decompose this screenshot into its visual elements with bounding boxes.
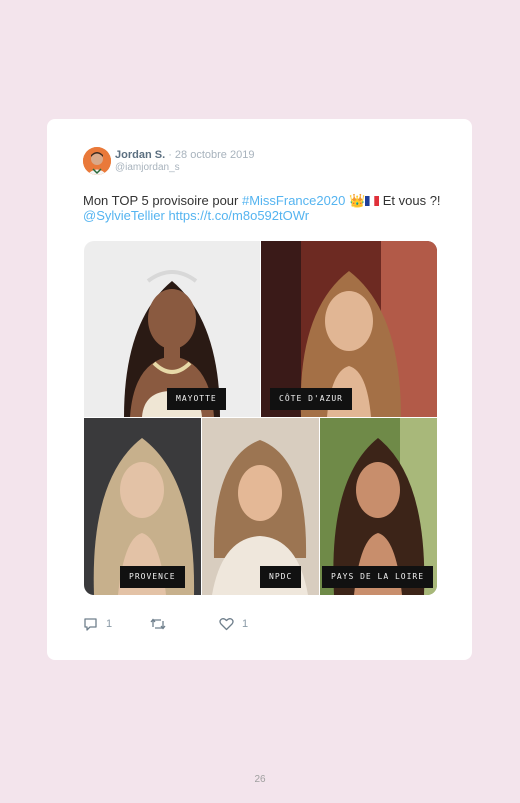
photo-label: PROVENCE: [120, 566, 185, 588]
avatar[interactable]: [83, 147, 111, 175]
retweet-icon: [150, 618, 166, 630]
tweet-date[interactable]: 28 octobre 2019: [175, 149, 255, 161]
author-line: Jordan S. · 28 octobre 2019: [115, 149, 254, 161]
hashtag-link[interactable]: #MissFrance2020: [242, 193, 345, 208]
tweet-card: Jordan S. · 28 octobre 2019 @iamjordan_s…: [47, 119, 472, 660]
france-flag-icon: [365, 196, 380, 206]
heart-icon: [219, 618, 234, 631]
reply-button[interactable]: 1: [83, 616, 112, 632]
photo-mayotte[interactable]: MAYOTTE: [84, 241, 260, 417]
tweet-text: Mon TOP 5 provisoire pour #MissFrance202…: [83, 193, 443, 223]
photo-label: CÔTE D'AZUR: [270, 388, 352, 410]
photo-label: NPDC: [260, 566, 302, 588]
page-number: 26: [254, 774, 266, 785]
photo-provence[interactable]: PROVENCE: [84, 418, 201, 595]
photo-npdc[interactable]: NPDC: [202, 418, 319, 595]
author-handle[interactable]: @iamjordan_s: [115, 162, 180, 173]
retweet-button[interactable]: [150, 616, 174, 632]
reply-icon: [84, 618, 97, 631]
photo-label: MAYOTTE: [167, 388, 226, 410]
author-name[interactable]: Jordan S.: [115, 149, 165, 161]
like-count: 1: [242, 618, 249, 630]
tweet-text-question: Et vous ?!: [379, 193, 441, 208]
photo-label: PAYS DE LA LOIRE: [322, 566, 434, 588]
mention-link[interactable]: @SylvieTellier: [83, 208, 165, 223]
photo-pays-de-la-loire[interactable]: PAYS DE LA LOIRE: [320, 418, 437, 595]
like-button[interactable]: 1: [219, 616, 248, 632]
tweet-actions: 1 1: [83, 616, 283, 632]
photo-grid: MAYOTTE CÔTE D'AZUR PROVENCE NPDC PAYS D…: [84, 241, 437, 595]
crown-icon: 👑: [348, 193, 366, 208]
reply-count: 1: [106, 618, 113, 630]
separator: ·: [168, 149, 172, 161]
url-link[interactable]: https://t.co/m8o592tOWr: [168, 208, 309, 223]
tweet-text-intro: Mon TOP 5 provisoire pour: [83, 193, 242, 208]
photo-cote-dazur[interactable]: CÔTE D'AZUR: [261, 241, 437, 417]
